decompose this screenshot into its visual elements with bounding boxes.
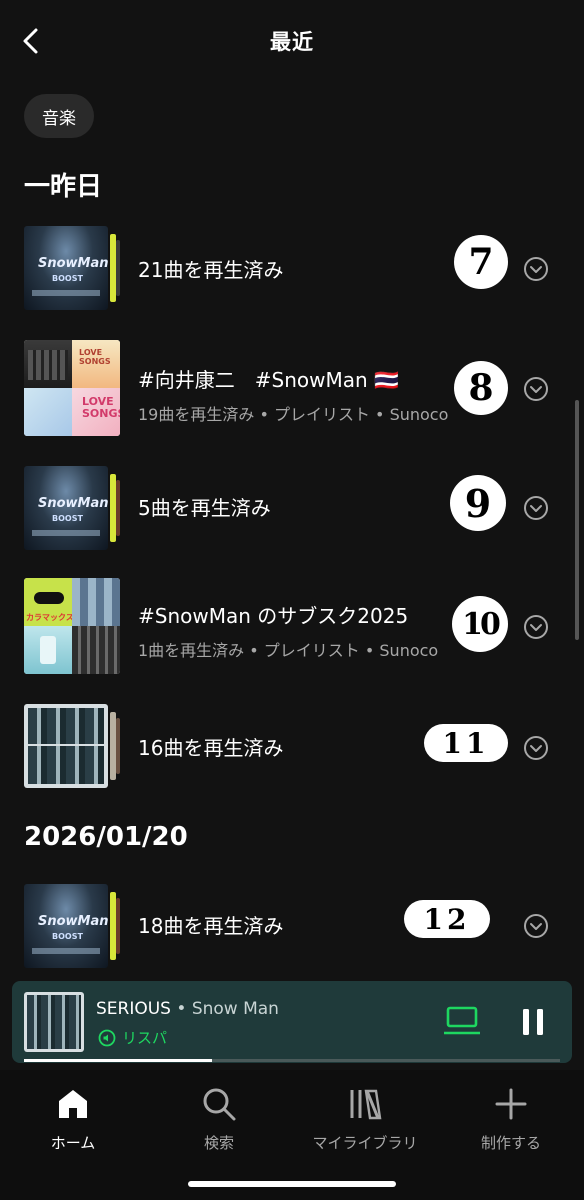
speaker-icon (98, 1029, 116, 1046)
nav-search[interactable]: 検索 (146, 1084, 292, 1153)
album-art: LOVE SONGS LOVESONGS (24, 340, 120, 436)
nav-label: ホーム (50, 1134, 96, 1152)
now-playing-title: SERIOUS • Snow Man (96, 999, 279, 1019)
album-art: SnowMan BOOST (24, 466, 120, 562)
search-icon (203, 1088, 236, 1121)
home-indicator[interactable] (188, 1181, 396, 1187)
list-item[interactable]: カラマックス #SnowMan のサブスク2025 1曲を再生済み • プレイリ… (0, 576, 584, 676)
row-title: 18曲を再生済み (138, 914, 284, 938)
section-title: 一昨日 (24, 172, 103, 202)
album-art (24, 992, 84, 1052)
list-item[interactable]: SnowMan BOOST 5曲を再生済み 9 (0, 458, 584, 558)
track-name: SERIOUS (96, 999, 171, 1019)
chevron-down-circle-icon[interactable] (523, 376, 549, 402)
number-badge: 12 (404, 900, 490, 938)
list-item[interactable]: 16曲を再生済み 11 (0, 696, 584, 796)
row-title: 21曲を再生済み (138, 258, 284, 282)
list-item[interactable]: SnowMan BOOST 18曲を再生済み 12 (0, 876, 584, 976)
plus-icon (495, 1088, 527, 1120)
album-art: SnowMan BOOST (24, 884, 120, 980)
section-title: 2026/01/20 (24, 822, 188, 852)
device-name: リスパ (122, 1029, 168, 1047)
row-subtitle: 1曲を再生済み • プレイリスト • Sunoco (138, 641, 439, 660)
album-art: カラマックス (24, 578, 120, 674)
connected-device[interactable]: リスパ (98, 1027, 167, 1048)
number-badge: 8 (454, 361, 508, 415)
chevron-down-circle-icon[interactable] (523, 614, 549, 640)
row-title: 16曲を再生済み (138, 736, 284, 760)
library-icon (350, 1089, 382, 1120)
chevron-down-circle-icon[interactable] (523, 913, 549, 939)
nav-home[interactable]: ホーム (0, 1084, 146, 1153)
row-title: 5曲を再生済み (138, 496, 271, 520)
progress-fill (24, 1059, 212, 1062)
nav-label: マイライブラリ (312, 1134, 418, 1152)
row-subtitle: 19曲を再生済み • プレイリスト • Sunoco (138, 405, 449, 424)
list-item[interactable]: LOVE SONGS LOVESONGS #向井康二 #SnowMan 🇹🇭 1… (0, 338, 584, 438)
nav-create[interactable]: 制作する (438, 1084, 584, 1153)
filter-chip-music[interactable]: 音楽 (24, 94, 94, 138)
nav-label: 検索 (203, 1134, 234, 1152)
row-title: #向井康二 #SnowMan 🇹🇭 (138, 368, 399, 392)
nav-library[interactable]: マイライブラリ (292, 1084, 438, 1153)
number-badge: 9 (450, 475, 506, 531)
artist-name: Snow Man (191, 999, 279, 1019)
number-badge: 11 (424, 724, 508, 762)
pause-icon[interactable] (520, 1007, 546, 1037)
list-item[interactable]: SnowMan BOOST 21曲を再生済み 7 (0, 220, 584, 320)
separator: • (170, 999, 192, 1019)
number-badge: 10 (452, 596, 508, 652)
laptop-icon[interactable] (444, 1005, 480, 1037)
album-art (24, 704, 120, 800)
progress-bar[interactable] (24, 1059, 560, 1062)
chevron-down-circle-icon[interactable] (523, 735, 549, 761)
page-title: 最近 (270, 30, 314, 54)
number-badge: 7 (454, 235, 508, 289)
header: 最近 (0, 0, 584, 84)
chevron-down-circle-icon[interactable] (523, 256, 549, 282)
album-art: SnowMan BOOST (24, 226, 120, 322)
nav-label: 制作する (480, 1134, 541, 1152)
mini-player[interactable]: SERIOUS • Snow Man リスパ (12, 981, 572, 1063)
home-icon (59, 1090, 87, 1118)
chevron-down-circle-icon[interactable] (523, 495, 549, 521)
row-title: #SnowMan のサブスク2025 (138, 604, 409, 628)
scrollbar[interactable] (575, 400, 579, 640)
